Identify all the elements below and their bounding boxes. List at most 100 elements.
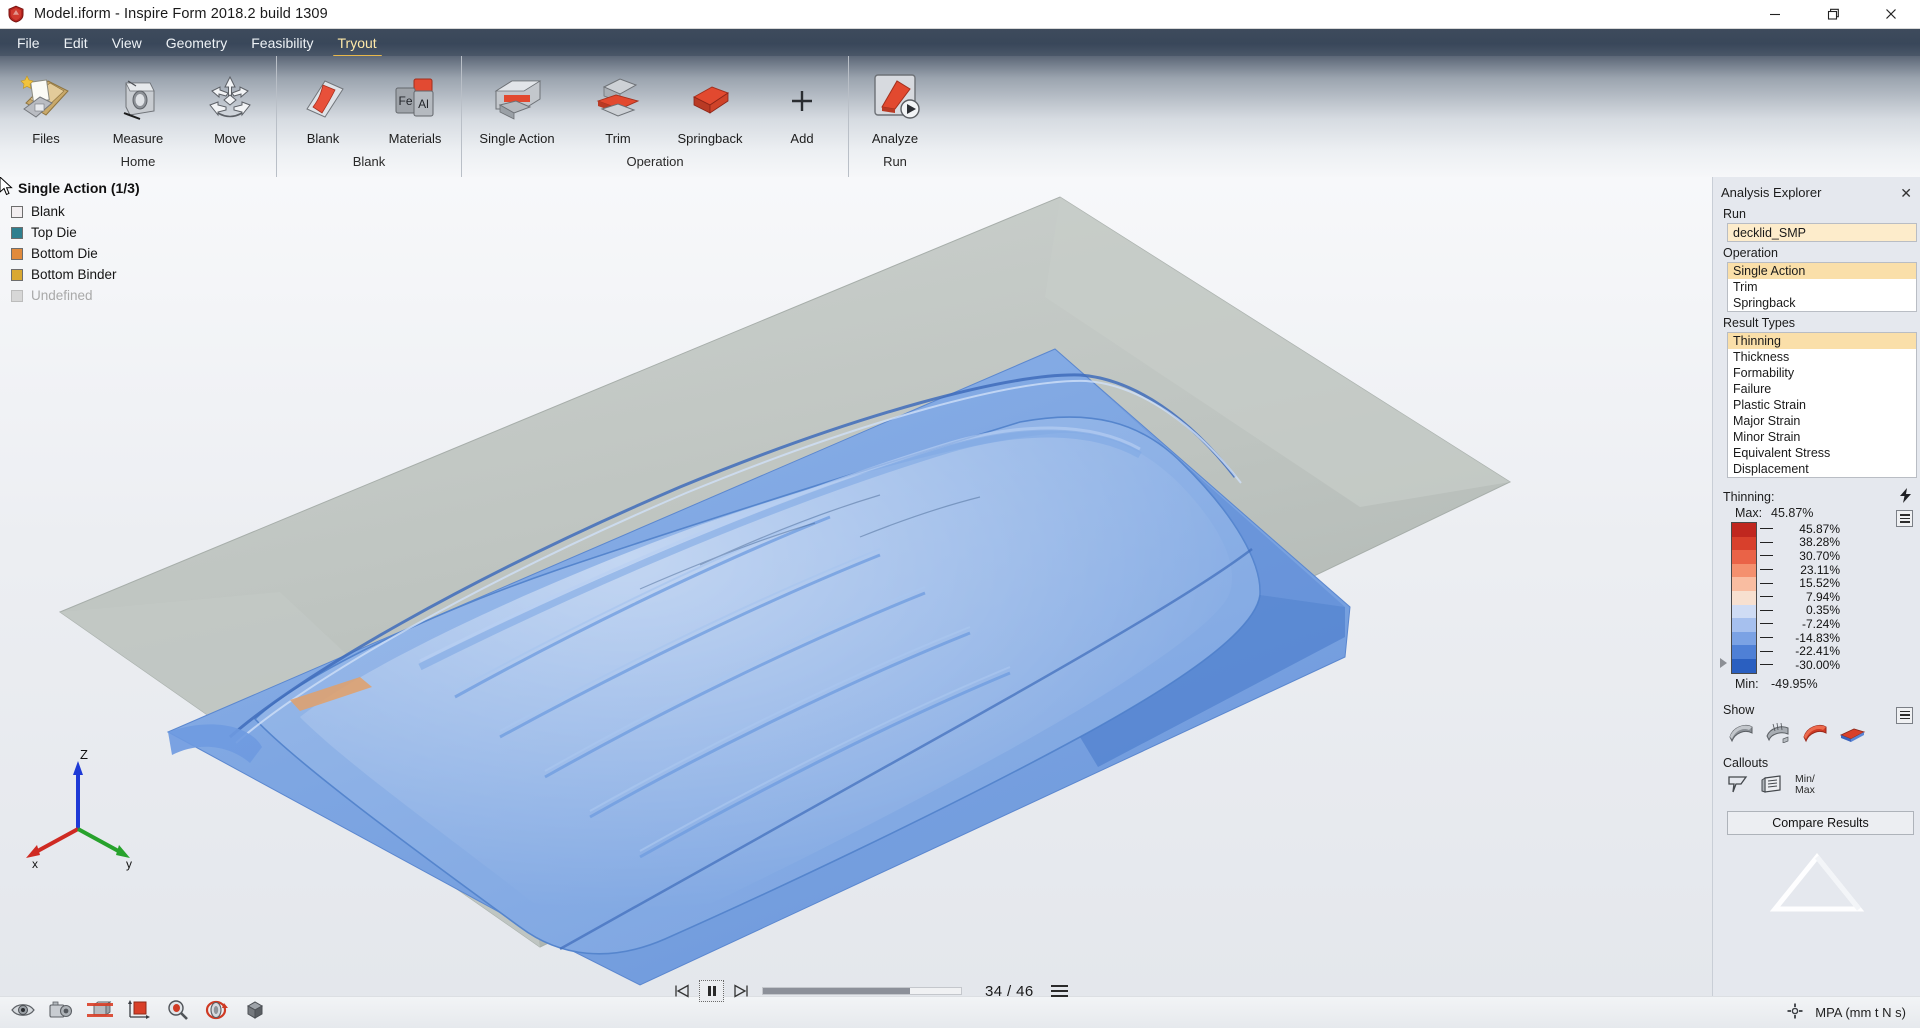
origin-crosshair-icon[interactable] (1787, 1003, 1803, 1022)
part-solid-icon[interactable] (1727, 721, 1755, 746)
tree-item-top-die[interactable]: Top Die (0, 222, 240, 243)
units-text: MPA (mm t N s) (1815, 1005, 1906, 1020)
callouts-minmax-line2: Max (1795, 784, 1815, 797)
materials-icon: Fe Al (387, 67, 443, 125)
legend-max-label: Max: (1735, 506, 1763, 520)
trim-icon (590, 67, 646, 125)
timeline-slider[interactable] (762, 987, 962, 995)
view-eye-icon[interactable] (10, 999, 36, 1026)
callout-table-icon[interactable] (1761, 774, 1783, 797)
callout-pointer-icon[interactable] (1727, 774, 1749, 797)
close-icon[interactable]: ✕ (1900, 186, 1912, 200)
result-type-plastic-strain[interactable]: Plastic Strain (1728, 397, 1916, 413)
result-type-failure[interactable]: Failure (1728, 381, 1916, 397)
part-range-icon[interactable] (1838, 721, 1866, 746)
maximize-button[interactable] (1804, 0, 1862, 29)
zoom-icon[interactable] (164, 999, 190, 1026)
axis-box-icon[interactable] (126, 999, 152, 1026)
operation-item-springback[interactable]: Springback (1728, 295, 1916, 311)
tree-label-top-die: Top Die (31, 225, 77, 240)
triad-label-z: Z (80, 747, 88, 762)
altair-triangle-logo-icon (1769, 851, 1865, 913)
menu-file[interactable]: File (6, 32, 51, 54)
tree-item-bottom-binder[interactable]: Bottom Binder (0, 264, 240, 285)
tree-item-undefined[interactable]: Undefined (0, 285, 240, 306)
svg-text:Al: Al (418, 97, 429, 111)
ribbon-group-home: Files Measure Move Home (0, 56, 276, 177)
operation-item-single-action[interactable]: Single Action (1728, 263, 1916, 279)
result-type-formability[interactable]: Formability (1728, 365, 1916, 381)
ribbon-group-name-operation: Operation (626, 154, 684, 169)
color-swatch-bottom-die[interactable] (11, 247, 23, 260)
show-icon-row (1713, 717, 1920, 746)
result-type-minor-strain[interactable]: Minor Strain (1728, 429, 1916, 445)
result-type-equivalent-stress[interactable]: Equivalent Stress (1728, 445, 1916, 461)
ribbon-label-measure: Measure (112, 131, 164, 146)
section-cut-icon[interactable] (86, 999, 114, 1026)
lightning-bolt-icon[interactable] (1899, 488, 1912, 506)
result-types-label: Result Types (1723, 316, 1796, 330)
show-section: Show (1713, 703, 1920, 746)
result-type-major-strain[interactable]: Major Strain (1728, 413, 1916, 429)
callouts-icon-row: Min/ Max (1713, 770, 1920, 797)
single-action-icon (486, 67, 548, 125)
operation-item-trim[interactable]: Trim (1728, 279, 1916, 295)
title-bar: Model.iform - Inspire Form 2018.2 build … (0, 0, 1920, 29)
camera-icon[interactable] (48, 999, 74, 1026)
ribbon-label-springback: Springback (677, 131, 743, 146)
legend-tick-7: -7.24% (1801, 616, 1840, 631)
add-plus-icon (782, 67, 822, 125)
tree-item-bottom-die[interactable]: Bottom Die (0, 243, 240, 264)
legend-tick-6: 0.35% (1805, 603, 1840, 618)
ribbon-toolbar: Files Measure Move Home Blank Fe Al Mate… (0, 56, 1920, 177)
timeline-progress (763, 988, 910, 994)
operation-list[interactable]: Single Action Trim Springback (1727, 262, 1917, 312)
legend-min-row: Min: -49.95% (1713, 677, 1920, 691)
model-tree-title: Single Action (1/3) (18, 180, 140, 196)
run-value-field[interactable]: decklid_SMP (1727, 223, 1917, 242)
color-swatch-bottom-binder[interactable] (11, 268, 23, 281)
compare-results-button[interactable]: Compare Results (1727, 810, 1914, 835)
status-bar-icons (0, 999, 268, 1026)
part-mesh-icon[interactable] (1764, 721, 1792, 746)
color-swatch-undefined[interactable] (11, 289, 23, 302)
analyze-run-icon (865, 67, 925, 125)
ribbon-group-run: Analyze Run (848, 56, 941, 177)
legend-tick-0: 45.87% (1799, 521, 1840, 536)
rotate-icon[interactable] (202, 999, 230, 1026)
menu-bar: File Edit View Geometry Feasibility Tryo… (0, 29, 1920, 57)
tree-label-undefined: Undefined (31, 288, 93, 303)
legend-tick-1: 38.28% (1799, 535, 1840, 550)
menu-geometry[interactable]: Geometry (155, 32, 238, 54)
iso-cube-icon[interactable] (242, 999, 268, 1026)
menu-feasibility[interactable]: Feasibility (240, 32, 324, 54)
color-swatch-blank[interactable] (11, 205, 23, 218)
result-type-displacement[interactable]: Displacement (1728, 461, 1916, 477)
ribbon-group-name-home: Home (120, 154, 156, 169)
ribbon-label-move: Move (214, 131, 246, 146)
result-type-thickness[interactable]: Thickness (1728, 349, 1916, 365)
menu-view[interactable]: View (101, 32, 153, 54)
minimize-button[interactable] (1746, 0, 1804, 29)
tree-item-blank[interactable]: Blank (0, 201, 240, 222)
legend-range-handle-icon[interactable] (1720, 657, 1727, 668)
last-frame-button[interactable] (731, 981, 751, 1001)
tree-label-bottom-binder: Bottom Binder (31, 267, 117, 282)
legend-color-bar[interactable] (1731, 522, 1757, 674)
model-tree: Single Action (1/3) Blank Top Die Bottom… (0, 178, 240, 306)
first-frame-button[interactable] (672, 981, 692, 1001)
playback-menu-icon[interactable] (1050, 985, 1068, 997)
triad-label-x: x (32, 857, 38, 871)
result-legend: Thinning: Max: 45.87% 45.87% 38.28% 30.7… (1713, 488, 1920, 691)
pause-button[interactable] (699, 980, 724, 1002)
color-swatch-top-die[interactable] (11, 226, 23, 239)
model-render (58, 196, 1512, 986)
result-type-thinning[interactable]: Thinning (1728, 333, 1916, 349)
close-button[interactable] (1862, 0, 1920, 29)
3d-viewport[interactable]: Z x y (0, 177, 1712, 996)
result-types-list[interactable]: Thinning Thickness Formability Failure P… (1727, 332, 1917, 478)
part-max-icon[interactable] (1801, 721, 1829, 746)
menu-edit[interactable]: Edit (53, 32, 99, 54)
menu-tryout[interactable]: Tryout (327, 32, 388, 57)
inspire-form-logo-icon (7, 5, 25, 23)
